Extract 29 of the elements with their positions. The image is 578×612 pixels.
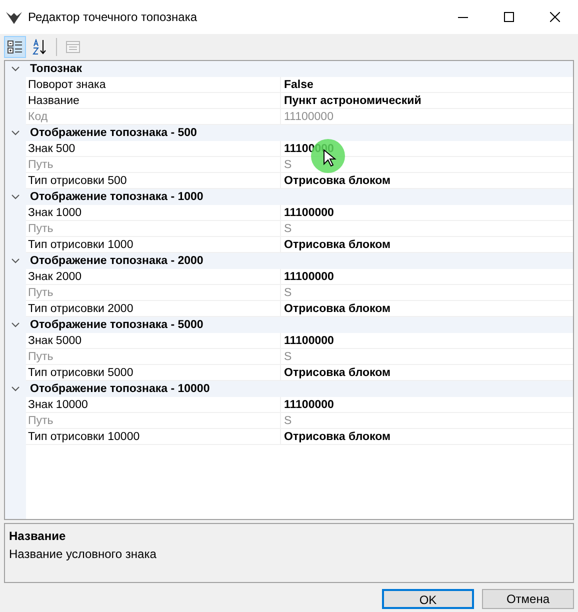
property-value[interactable]: 11100000	[281, 205, 573, 221]
window-title: Редактор точечного топознака	[28, 9, 198, 26]
maximize-icon[interactable]	[504, 12, 514, 22]
property-name[interactable]: Знак 10000	[26, 397, 281, 413]
category-header[interactable]: Отображение топознака - 2000	[26, 253, 573, 269]
description-text: Название условного знака	[9, 546, 158, 563]
category-header[interactable]: Отображение топознака - 1000	[26, 189, 573, 205]
close-icon[interactable]	[550, 12, 560, 22]
category-header[interactable]: Отображение топознака - 5000	[26, 317, 573, 333]
property-value[interactable]: 11100000	[281, 269, 573, 285]
property-value[interactable]: Пункт астрономический	[281, 93, 573, 109]
property-name[interactable]: Знак 1000	[26, 205, 281, 221]
property-name[interactable]: Знак 500	[26, 141, 281, 157]
property-value[interactable]: Отрисовка блоком	[281, 429, 573, 445]
property-value[interactable]: 11100000	[281, 333, 573, 349]
property-name[interactable]: Знак 2000	[26, 269, 281, 285]
category-header[interactable]: Отображение топознака - 500	[26, 125, 573, 141]
dialog-button[interactable]: OK	[382, 589, 474, 609]
property-name[interactable]: Тип отрисовки 10000	[26, 429, 281, 445]
category-header[interactable]: Отображение топознака - 10000	[26, 381, 573, 397]
property-name[interactable]: Знак 5000	[26, 333, 281, 349]
property-name[interactable]: Название	[26, 93, 281, 109]
property-name[interactable]: Поворот знака	[26, 77, 281, 93]
property-value[interactable]: False	[281, 77, 573, 93]
description-title: Название	[9, 528, 67, 545]
categorized-view-icon[interactable]	[4, 36, 26, 58]
property-value[interactable]: 11100000	[281, 397, 573, 413]
dialog-button[interactable]: Отмена	[482, 589, 574, 609]
category-header[interactable]: Топознак	[26, 61, 573, 77]
